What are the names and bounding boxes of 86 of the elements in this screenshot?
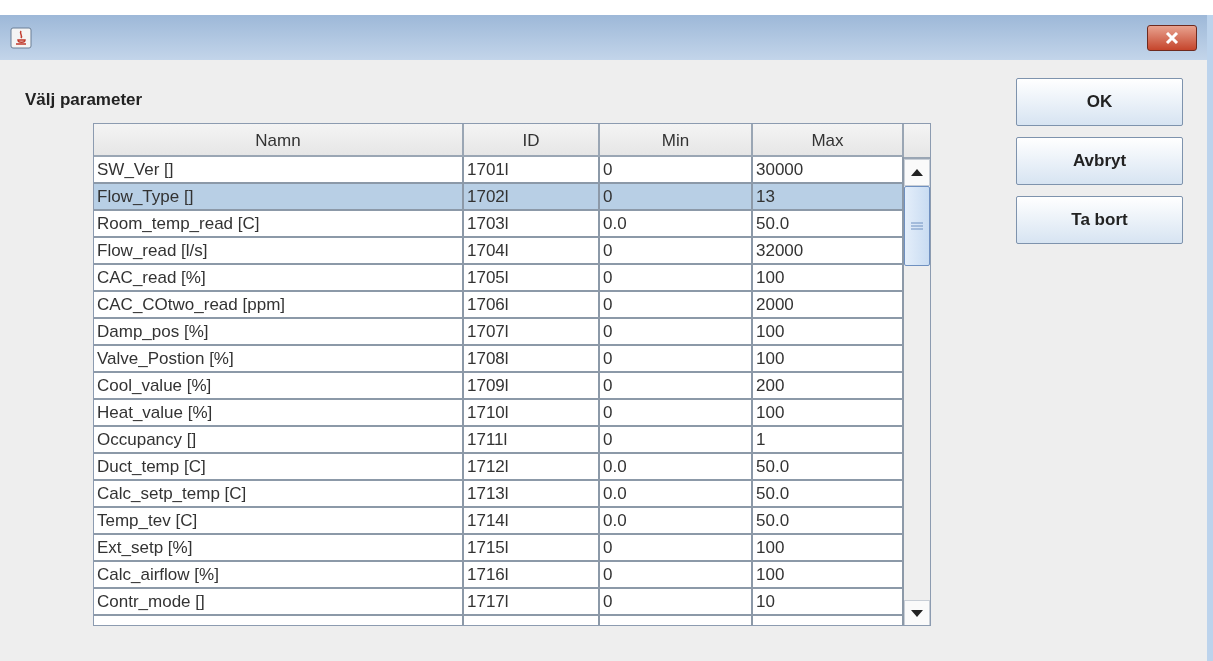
dialog-button[interactable]: OK — [1016, 78, 1183, 126]
table-cell: Contr_mode [] — [94, 588, 464, 616]
table-cell: 100 — [753, 264, 904, 292]
table-cell: 0.0 — [600, 480, 753, 508]
table-cell: 1713l — [464, 480, 600, 508]
table-cell: 0.0 — [600, 507, 753, 535]
column-header[interactable]: Max — [753, 123, 904, 157]
column-header[interactable]: ID — [464, 123, 600, 157]
table-cell: CAC_read [%] — [94, 264, 464, 292]
table-cell: 1704l — [464, 237, 600, 265]
table-cell: 1708l — [464, 345, 600, 373]
table-cell: 0.0 — [600, 453, 753, 481]
table-cell: 100 — [753, 345, 904, 373]
table-cell: 1712l — [464, 453, 600, 481]
scroll-thumb[interactable] — [904, 185, 930, 266]
table-cell: Damp_pos [%] — [94, 318, 464, 346]
table-cell: 1707l — [464, 318, 600, 346]
table-cell: 1716l — [464, 561, 600, 589]
table-cell: Cool_value [%] — [94, 372, 464, 400]
table-cell: 200 — [753, 372, 904, 400]
table-cell: 0 — [600, 318, 753, 346]
scroll-up-button[interactable] — [904, 158, 930, 186]
table-cell: 1 — [753, 426, 904, 454]
dialog-heading: Välj parameter — [25, 89, 144, 111]
table-cell: 32000 — [753, 237, 904, 265]
table-cell: 0 — [600, 426, 753, 454]
table-cell: 1709l — [464, 372, 600, 400]
table-cell: 50.0 — [753, 507, 904, 535]
down-arrow-icon — [911, 609, 923, 617]
scroll-down-button[interactable] — [904, 599, 930, 625]
table-cell: 0 — [600, 291, 753, 319]
table-cell: Valve_Postion [%] — [94, 345, 464, 373]
table-cell: 100 — [753, 534, 904, 562]
table-cell: 0 — [600, 237, 753, 265]
header-corner — [904, 123, 930, 159]
table-cell: 0 — [600, 399, 753, 427]
table-cell: Calc_airflow [%] — [94, 561, 464, 589]
table-cell: Room_temp_read [C] — [94, 210, 464, 238]
table-cell: 100 — [753, 399, 904, 427]
table-cell: 1710l — [464, 399, 600, 427]
table-cell: 0 — [600, 345, 753, 373]
table-cell: 0.0 — [600, 210, 753, 238]
table-cell: 0 — [600, 183, 753, 211]
table-cell: 1701l — [464, 156, 600, 184]
table-cell: Heat_value [%] — [94, 399, 464, 427]
table-cell: 0 — [600, 534, 753, 562]
dialog-button[interactable]: Avbryt — [1016, 137, 1183, 185]
table-cell: 1706l — [464, 291, 600, 319]
table-cell: Ext_setp [%] — [94, 534, 464, 562]
table-cell: 0 — [600, 561, 753, 589]
close-button[interactable] — [1147, 24, 1197, 51]
table-cell: Calc_setp_temp [C] — [94, 480, 464, 508]
table-cell: Flow_read [l/s] — [94, 237, 464, 265]
table-cell: 1703l — [464, 210, 600, 238]
table-cell: 50.0 — [753, 453, 904, 481]
close-icon — [1164, 31, 1180, 44]
table-cell: 0 — [600, 264, 753, 292]
dialog-button[interactable]: Ta bort — [1016, 196, 1183, 244]
table-cell: 100 — [753, 318, 904, 346]
table-cell: 30000 — [753, 156, 904, 184]
table-cell: 1715l — [464, 534, 600, 562]
table-cell: 1702l — [464, 183, 600, 211]
table-cell: 2000 — [753, 291, 904, 319]
table-cell: 0 — [600, 372, 753, 400]
table-cell: 10 — [753, 588, 904, 616]
table-cell: SW_Ver [] — [94, 156, 464, 184]
table-cell: 1705l — [464, 264, 600, 292]
table-cell: Flow_Type [] — [94, 183, 464, 211]
table-cell: Occupancy [] — [94, 426, 464, 454]
table-cell: 1711l — [464, 426, 600, 454]
app-icon — [10, 26, 32, 49]
table-cell: 0 — [600, 588, 753, 616]
table-cell: Temp_tev [C] — [94, 507, 464, 535]
table-cell: 50.0 — [753, 210, 904, 238]
table-cell: Duct_temp [C] — [94, 453, 464, 481]
up-arrow-icon — [911, 168, 923, 176]
column-header[interactable]: Namn — [94, 123, 464, 157]
table-cell: 100 — [753, 561, 904, 589]
table-cell: 13 — [753, 183, 904, 211]
column-header[interactable]: Min — [600, 123, 753, 157]
table-cell: 50.0 — [753, 480, 904, 508]
table-cell: 1714l — [464, 507, 600, 535]
scrollbar[interactable] — [904, 123, 930, 625]
table-cell: 0 — [600, 156, 753, 184]
table-cell: CAC_COtwo_read [ppm] — [94, 291, 464, 319]
table-cell: 1717l — [464, 588, 600, 616]
